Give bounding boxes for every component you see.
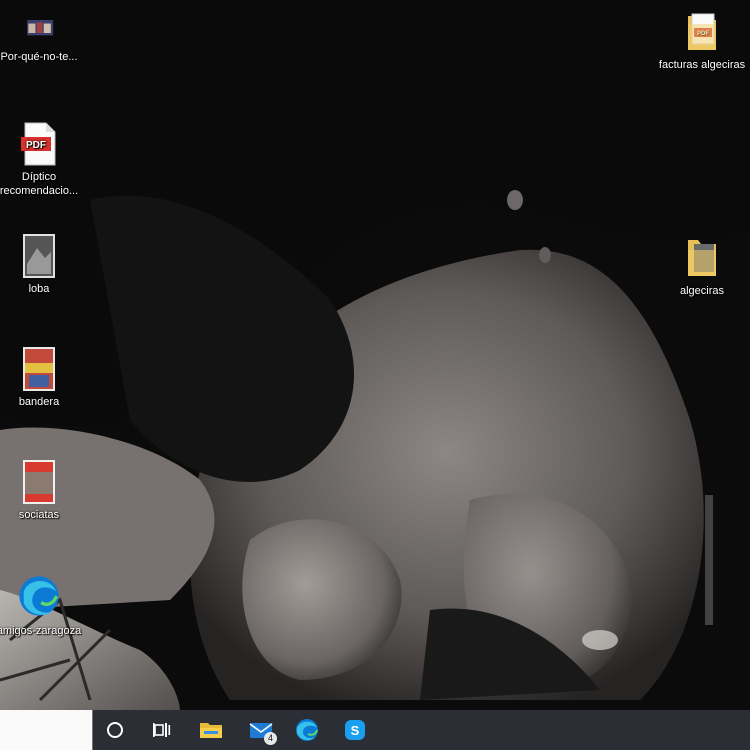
image-file-icon [23, 460, 55, 504]
edge-taskbar-button[interactable] [285, 710, 329, 750]
desktop-icon-label: loba [28, 283, 50, 295]
folder-icon [688, 240, 716, 276]
desktop-icon-label: Díptico [21, 171, 57, 183]
image-file-icon [23, 234, 55, 278]
mail-unread-badge: 4 [264, 732, 277, 745]
svg-text:S: S [351, 723, 360, 738]
file-explorer-button[interactable] [189, 710, 233, 750]
desktop-icon-video[interactable]: Por-qué-no-te... [0, 20, 84, 64]
mail-button[interactable]: 4 [239, 710, 283, 750]
image-file-icon [23, 347, 55, 391]
taskbar-search-box[interactable] [0, 710, 93, 750]
desktop-icon-label: recomendacio... [0, 185, 79, 197]
video-thumbnail-icon [27, 20, 54, 36]
desktop-wallpaper [0, 0, 750, 750]
taskbar: 4 S [0, 710, 750, 750]
desktop-icon-loba[interactable]: loba [0, 234, 84, 296]
cortana-button[interactable] [93, 710, 137, 750]
desktop: Por-qué-no-te... PDF Díptico recomendaci… [0, 0, 750, 750]
desktop-icon-facturas-folder[interactable]: PDF facturas algeciras [657, 10, 747, 72]
desktop-icon-label: bandera [18, 396, 60, 408]
cortana-circle-icon [107, 722, 123, 738]
desktop-icon-label: algeciras [679, 285, 725, 297]
task-view-icon [153, 723, 171, 737]
pdf-file-icon: PDF [21, 122, 56, 166]
edge-browser-icon [296, 719, 318, 741]
file-explorer-icon [200, 723, 222, 738]
desktop-icon-sociatas[interactable]: sociatas [0, 460, 84, 522]
desktop-icon-edge-shortcut[interactable]: amigos-zaragoza [0, 572, 84, 638]
pdf-folder-icon: PDF [688, 13, 716, 50]
svg-text:PDF: PDF [26, 140, 46, 151]
desktop-icon-label: amigos-zaragoza [0, 625, 82, 637]
skype-button[interactable]: S [333, 710, 377, 750]
desktop-icon-label: sociatas [18, 509, 60, 521]
desktop-icon-label: facturas algeciras [658, 59, 746, 71]
skype-icon: S [345, 720, 365, 740]
desktop-icon-bandera[interactable]: bandera [0, 347, 84, 409]
desktop-icon-pdf[interactable]: PDF Díptico recomendacio... [0, 122, 84, 198]
task-view-button[interactable] [140, 710, 184, 750]
desktop-icon-algeciras-folder[interactable]: algeciras [657, 236, 747, 298]
edge-browser-icon [19, 576, 59, 616]
desktop-icon-label: Por-qué-no-te... [0, 51, 78, 63]
